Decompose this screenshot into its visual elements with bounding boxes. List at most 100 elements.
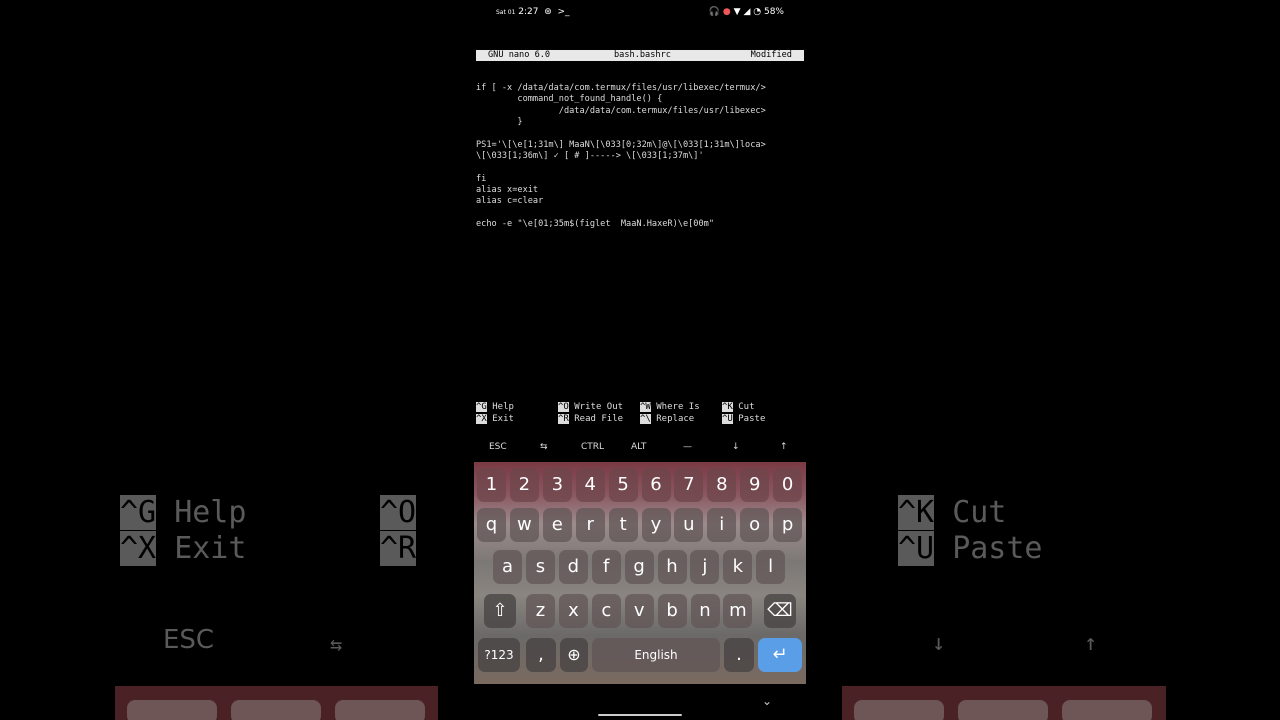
editor-line: }: [476, 117, 523, 128]
space-bar[interactable]: English: [592, 638, 720, 672]
letter-key-p[interactable]: p: [773, 508, 803, 542]
status-right: 🎧 ● ▼ ◢ ◔ 58%: [709, 7, 784, 17]
shortcut-cut[interactable]: ^K Cut: [722, 402, 755, 414]
number-key-7[interactable]: 7: [674, 468, 704, 502]
extra-key-tab[interactable]: ⇆: [540, 442, 548, 452]
editor-line: command_not_found_handle() {: [476, 94, 663, 105]
letter-key-z[interactable]: z: [526, 594, 555, 628]
letter-key-y[interactable]: y: [641, 508, 671, 542]
number-key-2[interactable]: 2: [509, 468, 539, 502]
number-key-3[interactable]: 3: [542, 468, 572, 502]
number-key-1[interactable]: 1: [477, 468, 506, 502]
nano-editor[interactable]: GNU nano 6.0 bash.bashrc Modified if [ -…: [476, 27, 804, 253]
number-key-9[interactable]: 9: [740, 468, 770, 502]
extra-key-alt[interactable]: ALT: [631, 442, 646, 452]
globe-icon[interactable]: ⊕: [560, 638, 588, 672]
bg-up-arrow: ↑: [1084, 631, 1098, 656]
bg-down-arrow: ↓: [932, 631, 946, 656]
shortcut-where-is[interactable]: ^W Where Is: [640, 402, 700, 414]
extra-key-up[interactable]: ↑: [780, 442, 788, 452]
extra-key-ctrl[interactable]: CTRL: [581, 442, 604, 452]
battery-saver-icon: ◔: [753, 7, 762, 17]
number-key-6[interactable]: 6: [641, 468, 671, 502]
extra-key-dash[interactable]: —: [683, 442, 692, 452]
letter-key-w[interactable]: w: [509, 508, 539, 542]
letter-key-b[interactable]: b: [657, 594, 687, 628]
extra-key-down[interactable]: ↓: [732, 442, 740, 452]
letter-key-t[interactable]: t: [608, 508, 638, 542]
letter-key-v[interactable]: v: [624, 594, 654, 628]
letter-key-q[interactable]: q: [477, 508, 506, 542]
bg-shortcut-writeout: ^O: [380, 495, 417, 530]
screen-record-icon: ⊛: [544, 7, 552, 17]
enter-icon: ↵: [772, 644, 788, 665]
symbols-key[interactable]: ?123: [478, 638, 520, 672]
bg-tab: ⇆: [330, 632, 343, 656]
wifi-icon: ▼: [733, 7, 741, 17]
bg-shortcut-exit: ^X Exit: [120, 531, 247, 566]
bg-shortcut-cut: ^K Cut: [898, 495, 1007, 530]
bg-shortcut-readfile: ^R: [380, 531, 417, 566]
comma-key[interactable]: ,: [526, 638, 556, 672]
letter-key-k[interactable]: k: [723, 550, 753, 584]
number-key-0[interactable]: 0: [773, 468, 803, 502]
enter-key[interactable]: ↵: [758, 638, 802, 672]
editor-line: fi: [476, 173, 487, 184]
shortcut-help[interactable]: ^G Help: [476, 402, 514, 414]
letter-key-g[interactable]: g: [624, 550, 654, 584]
nano-version: GNU nano 6.0: [488, 49, 551, 60]
letter-key-h[interactable]: h: [657, 550, 687, 584]
letter-key-x[interactable]: x: [558, 594, 588, 628]
status-bar: Sat 01 2:27 ⊛ >_ 🎧 ● ▼ ◢ ◔ 58%: [474, 0, 806, 26]
background-right: ^K Cut ^U Paste ↓ ↑: [806, 0, 1280, 720]
number-key-4[interactable]: 4: [575, 468, 605, 502]
letter-key-d[interactable]: d: [558, 550, 588, 584]
chevron-down-icon[interactable]: ⌄: [762, 694, 772, 708]
editor-line: /data/data/com.termux/files/usr/libexec>: [476, 105, 766, 116]
bg-keyboard-strip-right: [842, 686, 1166, 720]
editor-line: \[\033[1;36m\] ✓ [ # ]-----> \[\033[1;37…: [476, 150, 704, 161]
shortcut-read-file[interactable]: ^R Read File: [558, 413, 623, 426]
shortcut-paste[interactable]: ^U Paste: [722, 413, 765, 426]
battery-level: 58%: [763, 7, 784, 17]
editor-content[interactable]: if [ -x /data/data/com.termux/files/usr/…: [476, 83, 804, 230]
letter-key-j[interactable]: j: [690, 550, 720, 584]
letter-key-c[interactable]: c: [591, 594, 621, 628]
letter-key-a[interactable]: a: [493, 550, 522, 584]
letter-key-r[interactable]: r: [575, 508, 605, 542]
editor-line: alias c=clear: [476, 196, 544, 207]
letter-key-m[interactable]: m: [723, 594, 753, 628]
shift-key[interactable]: ⇧: [484, 594, 516, 628]
extra-key-esc[interactable]: ESC: [489, 442, 507, 452]
letter-key-n[interactable]: n: [690, 594, 720, 628]
editor-line: if [ -x /data/data/com.termux/files/usr/…: [476, 83, 766, 94]
letter-key-l[interactable]: l: [756, 550, 786, 584]
letter-key-s[interactable]: s: [525, 550, 555, 584]
nano-modified-status: Modified: [750, 49, 792, 60]
shortcut-replace[interactable]: ^\ Replace: [640, 413, 694, 426]
backspace-icon: ⌫: [767, 600, 793, 621]
editor-line: echo -e "\e[01;35m$(figlet MaaN.HaxeR)\e…: [476, 218, 714, 229]
bg-esc: ESC: [163, 625, 215, 655]
period-key[interactable]: .: [724, 638, 754, 672]
home-gesture-handle[interactable]: [598, 714, 682, 716]
shortcut-write-out[interactable]: ^O Write Out: [558, 402, 623, 414]
shortcut-exit[interactable]: ^X Exit: [476, 413, 514, 426]
backspace-key[interactable]: ⌫: [764, 594, 796, 628]
bg-shortcut-paste: ^U Paste: [898, 531, 1043, 566]
background-left: ^G Help ^X Exit ^O ^R ESC ⇆: [0, 0, 474, 720]
number-key-5[interactable]: 5: [608, 468, 638, 502]
bg-keyboard-strip: [115, 686, 438, 720]
record-icon: ●: [722, 7, 731, 17]
shift-icon: ⇧: [492, 600, 508, 621]
letter-key-o[interactable]: o: [740, 508, 770, 542]
number-key-8[interactable]: 8: [707, 468, 737, 502]
navigation-bar: ⌄: [474, 686, 806, 720]
editor-line: PS1='\[\e[1;31m\] MaaN\[\033[0;32m\]@\[\…: [476, 139, 766, 150]
letter-key-i[interactable]: i: [707, 508, 737, 542]
letter-key-f[interactable]: f: [591, 550, 621, 584]
signal-icon: ◢: [743, 7, 751, 17]
letter-key-e[interactable]: e: [542, 508, 572, 542]
letter-key-u[interactable]: u: [674, 508, 704, 542]
